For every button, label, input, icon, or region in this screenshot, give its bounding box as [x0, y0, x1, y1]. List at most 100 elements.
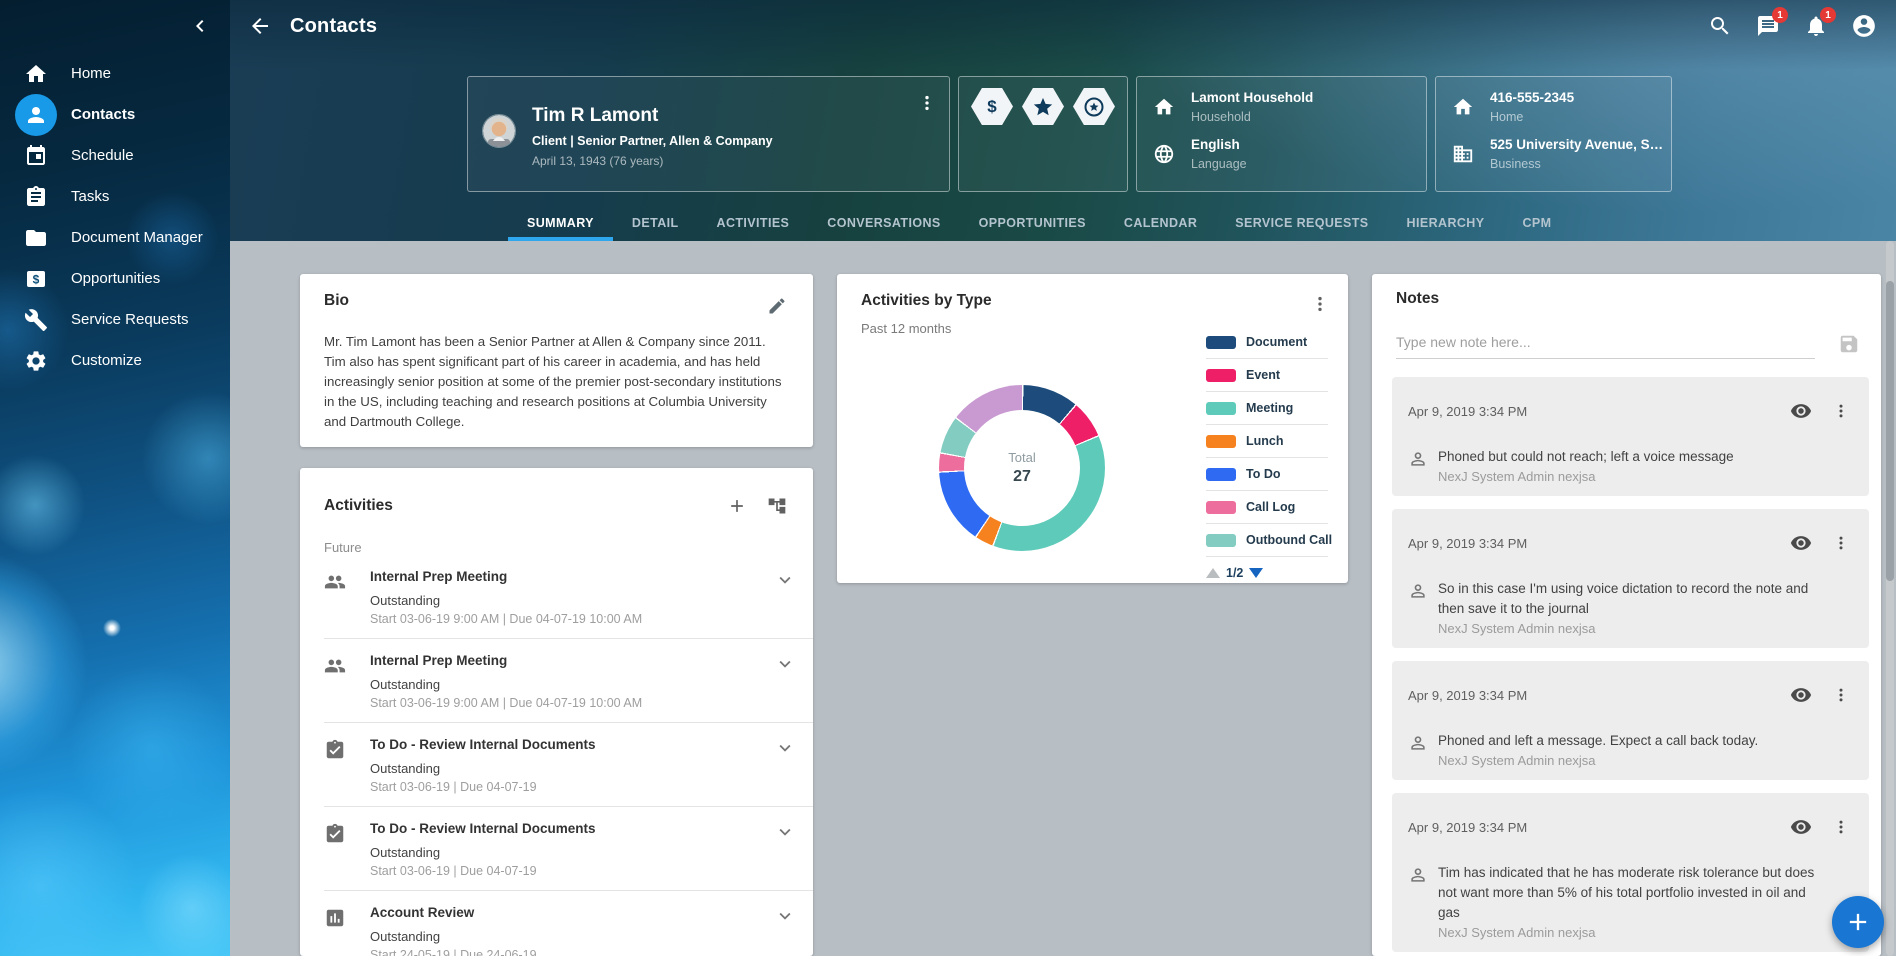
activity-row[interactable]: Account Review Outstanding Start 24-05-1…: [324, 905, 813, 956]
expand-button[interactable]: [765, 905, 805, 956]
note-item: Apr 9, 2019 3:34 PM Tim has indicated th…: [1392, 793, 1869, 952]
activity-dates: Start 03-06-19 | Due 04-07-19: [370, 864, 765, 878]
legend-page-down-icon[interactable]: [1249, 568, 1263, 578]
sidebar-item-service-requests[interactable]: Service Requests: [0, 299, 230, 340]
activity-dates: Start 03-06-19 | Due 04-07-19: [370, 780, 765, 794]
address-row[interactable]: 525 University Avenue, S… Business: [1452, 137, 1657, 171]
activity-row[interactable]: To Do - Review Internal Documents Outsta…: [324, 737, 813, 807]
topbar: Contacts 1 1: [230, 0, 1896, 52]
activity-row[interactable]: Internal Prep Meeting Outstanding Start …: [324, 653, 813, 723]
tab-conversations[interactable]: CONVERSATIONS: [808, 205, 959, 241]
chevron-down-icon: [774, 905, 796, 927]
search-button[interactable]: [1700, 6, 1740, 46]
activity-dates: Start 24-05-19 | Due 24-06-19: [370, 948, 765, 956]
note-timestamp: Apr 9, 2019 3:34 PM: [1408, 688, 1527, 703]
sidebar-item-schedule[interactable]: Schedule: [0, 135, 230, 176]
legend-item[interactable]: Lunch: [1206, 425, 1328, 458]
activity-status: Outstanding: [370, 593, 765, 608]
activity-row[interactable]: To Do - Review Internal Documents Outsta…: [324, 821, 813, 891]
note-menu-button[interactable]: [1821, 391, 1861, 431]
sidebar-item-customize[interactable]: Customize: [0, 340, 230, 381]
tab-summary[interactable]: SUMMARY: [508, 205, 613, 241]
household-row[interactable]: Lamont Household Household: [1153, 90, 1412, 124]
activities-group-label: Future: [324, 540, 813, 555]
scrollbar-thumb[interactable]: [1886, 281, 1894, 581]
dollar-badge-icon[interactable]: $: [971, 88, 1013, 125]
tab-calendar[interactable]: CALENDAR: [1105, 205, 1216, 241]
back-button[interactable]: [240, 6, 280, 46]
note-timestamp: Apr 9, 2019 3:34 PM: [1408, 536, 1527, 551]
account-button[interactable]: [1844, 6, 1884, 46]
sidebar-item-opportunities[interactable]: $ Opportunities: [0, 258, 230, 299]
conversations-button[interactable]: 1: [1748, 6, 1788, 46]
activities-card: Activities Future Internal Prep: [300, 468, 813, 956]
note-item: Apr 9, 2019 3:34 PM So in this case I'm …: [1392, 509, 1869, 648]
expand-button[interactable]: [765, 653, 805, 710]
contact-info-card: 416-555-2345 Home 525 University Avenue,…: [1435, 76, 1672, 192]
expand-button[interactable]: [765, 821, 805, 878]
tab-opportunities[interactable]: OPPORTUNITIES: [960, 205, 1105, 241]
legend-item[interactable]: Meeting: [1206, 392, 1328, 425]
bio-edit-button[interactable]: [757, 286, 797, 326]
expand-button[interactable]: [765, 737, 805, 794]
phone-row[interactable]: 416-555-2345 Home: [1452, 90, 1657, 124]
content-scrollbar[interactable]: [1886, 241, 1894, 956]
kebab-icon: [917, 93, 937, 113]
save-note-button[interactable]: [1829, 324, 1869, 364]
tab-hierarchy[interactable]: HIERARCHY: [1388, 205, 1504, 241]
note-visibility-button[interactable]: [1781, 807, 1821, 847]
notifications-button[interactable]: 1: [1796, 6, 1836, 46]
note-menu-button[interactable]: [1821, 675, 1861, 715]
new-note-input[interactable]: [1396, 330, 1815, 359]
tab-service-requests[interactable]: SERVICE REQUESTS: [1216, 205, 1387, 241]
activities-by-type-card: Activities by Type Past 12 months Total …: [837, 274, 1348, 583]
activity-title: Internal Prep Meeting: [370, 569, 765, 584]
avatar[interactable]: [482, 114, 516, 148]
activity-row[interactable]: Internal Prep Meeting Outstanding Start …: [324, 569, 813, 639]
kebab-icon: [1310, 294, 1330, 314]
globe-icon: [1153, 143, 1177, 171]
expand-button[interactable]: [765, 569, 805, 626]
star-badge-icon[interactable]: [1022, 88, 1064, 125]
kebab-icon: [1832, 686, 1850, 704]
note-visibility-button[interactable]: [1781, 675, 1821, 715]
todo-check-icon: [324, 821, 370, 878]
chevron-down-icon: [774, 737, 796, 759]
legend-item[interactable]: Document: [1206, 326, 1328, 359]
sidebar-item-document-manager[interactable]: Document Manager: [0, 217, 230, 258]
note-menu-button[interactable]: [1821, 807, 1861, 847]
badges-card: $: [958, 76, 1128, 192]
phone-type: Home: [1490, 110, 1574, 124]
legend-item[interactable]: Call Log: [1206, 491, 1328, 524]
activities-title: Activities: [324, 497, 393, 515]
activity-dates: Start 03-06-19 9:00 AM | Due 04-07-19 10…: [370, 612, 765, 626]
note-visibility-button[interactable]: [1781, 523, 1821, 563]
tab-detail[interactable]: DETAIL: [613, 205, 698, 241]
sidebar-collapse-button[interactable]: [182, 8, 218, 44]
note-menu-button[interactable]: [1821, 523, 1861, 563]
note-visibility-button[interactable]: [1781, 391, 1821, 431]
chart-menu-button[interactable]: [1300, 284, 1340, 324]
main-area: Contacts 1 1: [230, 0, 1896, 956]
floppy-save-icon: [1838, 333, 1860, 355]
activity-hierarchy-button[interactable]: [757, 486, 797, 526]
arrow-back-icon: [248, 14, 272, 38]
sidebar-item-home[interactable]: Home: [0, 53, 230, 94]
language-label: Language: [1191, 157, 1247, 171]
sidebar-item-contacts[interactable]: Contacts: [0, 94, 230, 135]
seal-star-badge-icon[interactable]: [1073, 88, 1115, 125]
tab-cpm[interactable]: CPM: [1503, 205, 1570, 241]
plus-icon: [1844, 908, 1872, 936]
legend-page-up-icon[interactable]: [1206, 568, 1220, 578]
legend-item[interactable]: Outbound Call: [1206, 524, 1328, 557]
add-note-fab[interactable]: [1832, 896, 1884, 948]
legend-item[interactable]: To Do: [1206, 458, 1328, 491]
language-row[interactable]: English Language: [1153, 137, 1412, 171]
legend-item[interactable]: Event: [1206, 359, 1328, 392]
person-outline-icon: [1408, 731, 1438, 768]
profile-menu-button[interactable]: [907, 83, 947, 123]
summary-content: Bio Mr. Tim Lamont has been a Senior Par…: [230, 241, 1896, 956]
add-activity-button[interactable]: [717, 486, 757, 526]
tab-activities[interactable]: ACTIVITIES: [698, 205, 809, 241]
sidebar-item-tasks[interactable]: Tasks: [0, 176, 230, 217]
